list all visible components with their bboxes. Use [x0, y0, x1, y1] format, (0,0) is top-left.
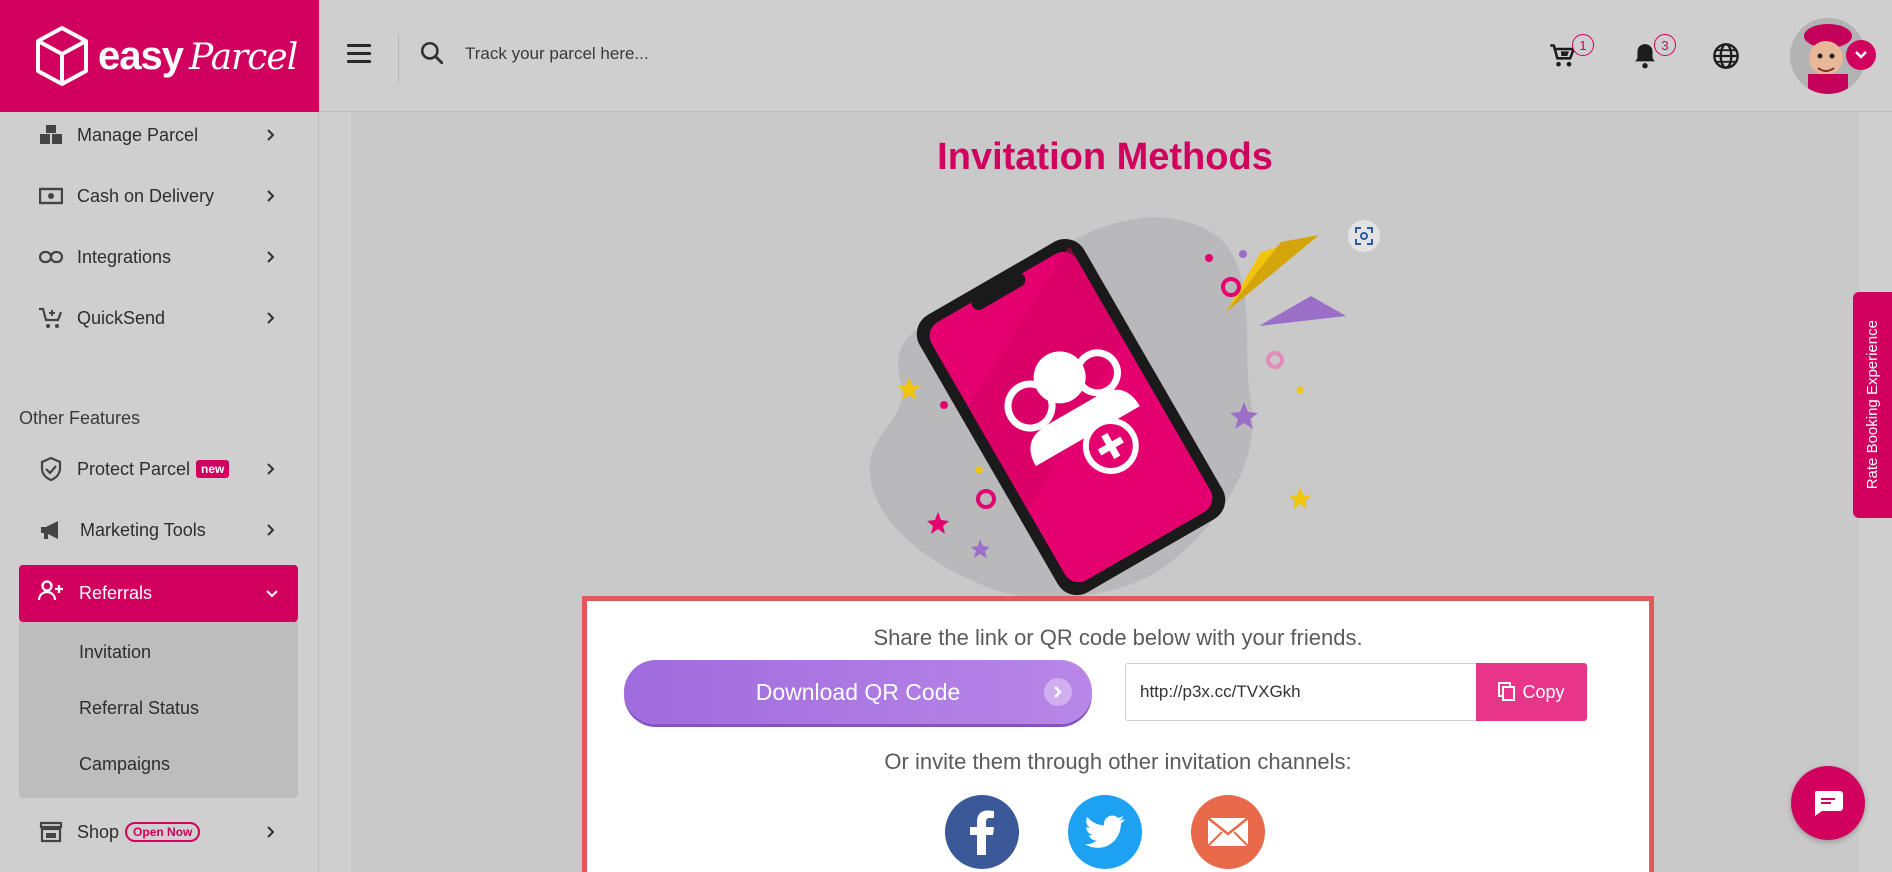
chevron-down-icon — [266, 589, 278, 597]
scan-image-button[interactable] — [1348, 220, 1380, 252]
sidebar-item-label: Manage Parcel — [77, 124, 199, 145]
share-panel: Share the link or QR code below with you… — [582, 596, 1654, 872]
link-icon — [38, 244, 64, 270]
chevron-right-icon — [267, 312, 275, 324]
cube-logo-icon — [36, 26, 88, 86]
language-button[interactable] — [1712, 42, 1740, 75]
email-icon — [1207, 817, 1249, 847]
sidebar-item-label: Integrations — [77, 246, 172, 267]
chevron-right-icon — [267, 524, 275, 536]
sidebar-item-quicksend[interactable]: QuickSend — [0, 296, 319, 340]
share-facebook-button[interactable] — [945, 795, 1019, 869]
submenu-item-referral-status[interactable]: Referral Status — [79, 698, 199, 719]
section-title-other-features: Other Features — [19, 408, 141, 428]
sidebar-item-label: Marketing Tools — [80, 519, 206, 540]
brand-name: easy Parcel — [98, 33, 298, 78]
page-title: Invitation Methods — [937, 136, 1273, 178]
copy-icon — [1498, 682, 1516, 701]
cart-count-badge: 1 — [1572, 34, 1594, 56]
sidebar-item-protect-parcel[interactable]: Protect Parcel new — [0, 447, 319, 491]
main-content: Invitation Methods Share the link or QR … — [351, 112, 1859, 872]
chat-button[interactable] — [1791, 766, 1865, 840]
cash-icon — [38, 183, 64, 209]
download-qr-label: Download QR Code — [755, 678, 961, 705]
invite-channels-text: Or invite them through other invitation … — [884, 749, 1352, 774]
notification-count-badge: 3 — [1654, 34, 1676, 56]
chevron-right-icon — [267, 463, 275, 475]
search-icon[interactable] — [419, 40, 445, 66]
sidebar-item-shop[interactable]: Shop Open Now — [0, 810, 319, 854]
brand-logo[interactable]: easy Parcel — [0, 0, 319, 112]
copy-link-button[interactable]: Copy — [1476, 663, 1587, 721]
user-plus-icon — [37, 580, 65, 607]
menu-icon[interactable] — [347, 44, 371, 64]
facebook-icon — [970, 810, 994, 855]
sidebar-item-referrals[interactable]: Referrals — [19, 565, 298, 622]
sidebar-item-label: Shop — [77, 821, 120, 842]
open-now-badge: Open Now — [125, 822, 201, 842]
globe-icon — [1713, 43, 1739, 69]
chevron-down-icon — [1855, 51, 1867, 59]
copy-label: Copy — [1522, 681, 1565, 702]
referral-link-field[interactable] — [1125, 663, 1485, 721]
chevron-right-icon — [267, 251, 275, 263]
megaphone-icon — [38, 517, 64, 543]
sidebar: Manage Parcel Cash on Delivery Integrati… — [0, 112, 319, 872]
submenu-item-campaigns[interactable]: Campaigns — [79, 754, 170, 775]
sidebar-item-label: Referrals — [79, 583, 153, 603]
sidebar-item-integrations[interactable]: Integrations — [0, 235, 319, 279]
share-email-button[interactable] — [1191, 795, 1265, 869]
rate-booking-experience-tab[interactable]: Rate Booking Experience — [1853, 292, 1892, 518]
notifications-button[interactable]: 3 — [1632, 34, 1676, 75]
chevron-right-icon — [267, 826, 275, 838]
download-qr-button[interactable]: Download QR Code — [624, 660, 1092, 724]
rate-tab-label: Rate Booking Experience — [1864, 320, 1881, 490]
phone-invite-illustration — [869, 217, 1346, 598]
submenu-item-invitation[interactable]: Invitation — [79, 642, 151, 663]
share-instructions: Share the link or QR code below with you… — [873, 625, 1363, 650]
sidebar-item-cash-on-delivery[interactable]: Cash on Delivery — [0, 174, 319, 218]
share-twitter-button[interactable] — [1068, 795, 1142, 869]
scan-icon — [1355, 227, 1373, 245]
chevron-right-icon — [267, 129, 275, 141]
store-icon — [38, 819, 64, 845]
referrals-submenu: Invitation Referral Status Campaigns — [19, 622, 298, 798]
account-menu-toggle[interactable] — [1846, 40, 1876, 70]
top-bar: 1 3 — [319, 0, 1892, 112]
boxes-icon — [38, 122, 64, 148]
sidebar-item-manage-parcel[interactable]: Manage Parcel — [0, 113, 319, 157]
sidebar-item-label: Cash on Delivery — [77, 185, 215, 206]
chevron-right-icon — [267, 190, 275, 202]
track-parcel-input[interactable] — [465, 38, 1065, 70]
sidebar-item-label: Protect Parcel — [77, 458, 191, 479]
divider — [398, 34, 399, 82]
twitter-icon — [1085, 815, 1125, 848]
new-badge: new — [196, 460, 230, 478]
sidebar-item-marketing-tools[interactable]: Marketing Tools — [0, 508, 319, 552]
chevron-right-circle-icon — [1044, 678, 1072, 706]
cart-button[interactable]: 1 — [1548, 34, 1594, 75]
sidebar-item-label: QuickSend — [77, 307, 166, 328]
chat-bubble-icon — [1814, 791, 1843, 816]
shield-check-icon — [38, 456, 64, 482]
cart-plus-icon — [38, 305, 64, 331]
